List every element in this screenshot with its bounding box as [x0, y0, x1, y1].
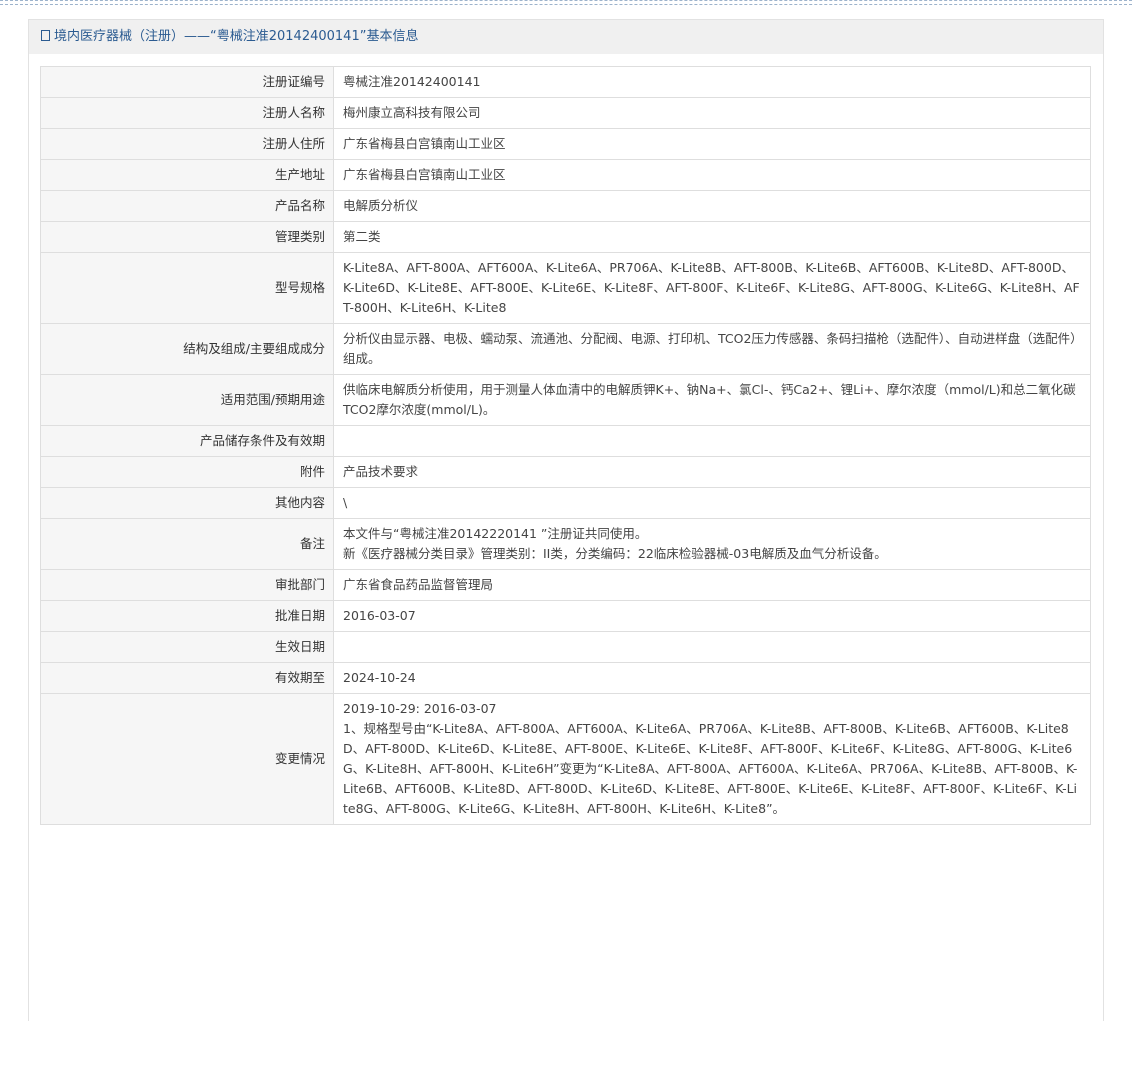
table-row: 生效日期 [40, 631, 1091, 663]
row-value: K-Lite8A、AFT-800A、AFT600A、K-Lite6A、PR706… [333, 252, 1091, 324]
row-value: 分析仪由显示器、电极、蠕动泵、流通池、分配阀、电源、打印机、TCO2压力传感器、… [333, 323, 1091, 375]
table-row: 产品名称 电解质分析仪 [40, 190, 1091, 222]
row-label: 注册人名称 [40, 97, 334, 129]
row-value: 粤械注准20142400141 [333, 66, 1091, 98]
row-label: 备注 [40, 518, 334, 570]
row-label: 附件 [40, 456, 334, 488]
remark-line-1: 本文件与“粤械注准20142220141 ”注册证共同使用。 [343, 526, 648, 541]
row-label: 审批部门 [40, 569, 334, 601]
change-date-line: 2019-10-29: 2016-03-07 [343, 701, 497, 716]
row-value: \ [333, 487, 1091, 519]
row-label: 管理类别 [40, 221, 334, 253]
table-row: 管理类别 第二类 [40, 221, 1091, 253]
row-label: 变更情况 [40, 693, 334, 825]
row-value [333, 425, 1091, 457]
table-row: 生产地址 广东省梅县白宫镇南山工业区 [40, 159, 1091, 191]
table-row: 注册证编号 粤械注准20142400141 [40, 66, 1091, 98]
row-value: 第二类 [333, 221, 1091, 253]
row-label: 适用范围/预期用途 [40, 374, 334, 426]
panel-header: 境内医疗器械（注册）——“粤械注准20142400141”基本信息 [29, 20, 1103, 54]
row-value: 2024-10-24 [333, 662, 1091, 694]
table-row: 其他内容 \ [40, 487, 1091, 519]
table-row: 变更情况 2019-10-29: 2016-03-07 1、规格型号由“K-Lite… [40, 693, 1091, 825]
table-row: 备注 本文件与“粤械注准20142220141 ”注册证共同使用。新《医疗器械分类… [40, 518, 1091, 570]
row-label: 有效期至 [40, 662, 334, 694]
row-label: 产品储存条件及有效期 [40, 425, 334, 457]
table-row: 型号规格 K-Lite8A、AFT-800A、AFT600A、K-Lite6A、P… [40, 252, 1091, 324]
change-detail-line: 1、规格型号由“K-Lite8A、AFT-800A、AFT600A、K-Lite… [343, 721, 1078, 816]
remark-line-2: 新《医疗器械分类目录》管理类别：II类，分类编码：22临床检验器械-03电解质及… [343, 546, 887, 561]
row-label: 批准日期 [40, 600, 334, 632]
table-row: 附件 产品技术要求 [40, 456, 1091, 488]
row-value: 广东省梅县白宫镇南山工业区 [333, 128, 1091, 160]
row-value: 2019-10-29: 2016-03-07 1、规格型号由“K-Lite8A、A… [333, 693, 1091, 825]
row-label: 产品名称 [40, 190, 334, 222]
top-dashed-border [0, 0, 1132, 5]
table-row: 适用范围/预期用途 供临床电解质分析使用，用于测量人体血清中的电解质钾K+、钠Na… [40, 374, 1091, 426]
table-row: 有效期至 2024-10-24 [40, 662, 1091, 694]
table-row: 注册人住所 广东省梅县白宫镇南山工业区 [40, 128, 1091, 160]
row-value: 本文件与“粤械注准20142220141 ”注册证共同使用。新《医疗器械分类目录… [333, 518, 1091, 570]
row-label: 其他内容 [40, 487, 334, 519]
row-label: 注册人住所 [40, 128, 334, 160]
row-value [333, 631, 1091, 663]
info-panel: 境内医疗器械（注册）——“粤械注准20142400141”基本信息 注册证编号粤… [28, 19, 1104, 1066]
registration-info-table: 注册证编号 粤械注准20142400141 注册人名称 梅州康立高科技有限公司 注册… [40, 66, 1091, 825]
table-row: 产品储存条件及有效期 [40, 425, 1091, 457]
row-value: 广东省梅县白宫镇南山工业区 [333, 159, 1091, 191]
table-row: 批准日期 2016-03-07 [40, 600, 1091, 632]
table-row: 审批部门 广东省食品药品监督管理局 [40, 569, 1091, 601]
panel-title: 境内医疗器械（注册）——“粤械注准20142400141”基本信息 [54, 29, 419, 44]
table-row: 注册人名称 梅州康立高科技有限公司 [40, 97, 1091, 129]
row-value: 电解质分析仪 [333, 190, 1091, 222]
document-icon [41, 30, 50, 41]
row-value: 产品技术要求 [333, 456, 1091, 488]
row-value: 梅州康立高科技有限公司 [333, 97, 1091, 129]
table-row: 结构及组成/主要组成成分 分析仪由显示器、电极、蠕动泵、流通池、分配阀、电源、打印… [40, 323, 1091, 375]
row-value: 2016-03-07 [333, 600, 1091, 632]
row-value: 供临床电解质分析使用，用于测量人体血清中的电解质钾K+、钠Na+、氯Cl-、钙C… [333, 374, 1091, 426]
row-label: 生效日期 [40, 631, 334, 663]
row-label: 型号规格 [40, 252, 334, 324]
row-value: 广东省食品药品监督管理局 [333, 569, 1091, 601]
row-label: 结构及组成/主要组成成分 [40, 323, 334, 375]
row-label: 生产地址 [40, 159, 334, 191]
row-label: 注册证编号 [40, 66, 334, 98]
panel-body: 注册证编号 粤械注准20142400141 注册人名称 梅州康立高科技有限公司 注册… [29, 54, 1103, 1066]
